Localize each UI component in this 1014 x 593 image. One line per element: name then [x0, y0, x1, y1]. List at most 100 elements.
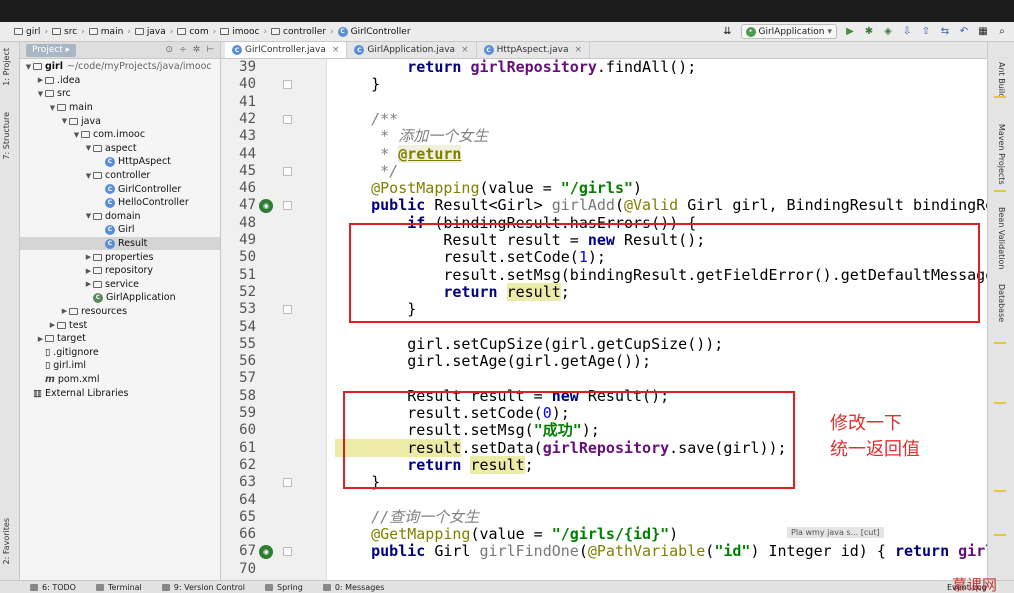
- project-view-select[interactable]: Project ▸: [26, 43, 77, 57]
- spring-mapping-icon[interactable]: ◉: [259, 545, 273, 560]
- tool-window-button[interactable]: 0: Messages: [322, 583, 384, 592]
- code-line[interactable]: @GetMapping(value = "/girls/{id}"): [335, 525, 678, 543]
- code-editor[interactable]: public Girl girlFindOne(@PathVariable("i…: [327, 59, 987, 580]
- tree-item[interactable]: ▼ main: [20, 101, 220, 115]
- code-line[interactable]: public Result<Girl> girlAdd(@Valid Girl …: [335, 197, 987, 214]
- tree-item[interactable]: ▶ .idea: [20, 74, 220, 88]
- expand-arrow-icon[interactable]: ▼: [60, 117, 69, 125]
- tree-item[interactable]: ▼ domain: [20, 210, 220, 224]
- expand-arrow-icon[interactable]: ▶: [48, 321, 57, 329]
- tree-item[interactable]: ▼ controller: [20, 169, 220, 183]
- breadcrumb-item[interactable]: main ›: [88, 27, 131, 37]
- tool-tab-maven[interactable]: Maven Projects: [997, 124, 1006, 185]
- fold-start-icon[interactable]: [283, 201, 292, 211]
- code-line[interactable]: //查询一个女生: [335, 508, 479, 526]
- tree-item[interactable]: C Result: [20, 236, 220, 251]
- coverage-icon[interactable]: ◈: [882, 26, 894, 38]
- tree-item[interactable]: m pom.xml: [20, 373, 220, 387]
- close-icon[interactable]: ×: [332, 45, 340, 55]
- expand-arrow-icon[interactable]: ▼: [84, 172, 93, 180]
- tree-item[interactable]: ▶ resources: [20, 305, 220, 319]
- tree-item[interactable]: ▼ java: [20, 114, 220, 128]
- code-line[interactable]: }: [335, 76, 380, 93]
- code-line[interactable]: /**: [335, 110, 398, 128]
- tree-item[interactable]: ▶ test: [20, 318, 220, 332]
- expand-arrow-icon[interactable]: ▶: [84, 267, 93, 275]
- code-line[interactable]: @PostMapping(value = "/girls"): [335, 179, 642, 197]
- expand-arrow-icon[interactable]: ▶: [84, 253, 93, 261]
- run-config-select[interactable]: • GirlApplication ▾: [740, 24, 837, 39]
- tool-window-button[interactable]: Terminal: [95, 583, 142, 592]
- sync-icon[interactable]: ⊙: [166, 45, 174, 55]
- hide-icon[interactable]: ⊢: [206, 45, 214, 55]
- breadcrumb-item[interactable]: imooc ›: [220, 27, 267, 37]
- undo-icon[interactable]: ↶: [958, 26, 970, 38]
- fold-end-icon[interactable]: [283, 478, 292, 488]
- spring-mapping-icon[interactable]: ◉: [259, 199, 273, 214]
- breadcrumb-item[interactable]: girl ›: [14, 27, 48, 37]
- tree-item[interactable]: ▶ target: [20, 332, 220, 346]
- code-line[interactable]: return girlRepository.findAll();: [335, 59, 696, 76]
- fold-end-icon[interactable]: [283, 80, 292, 90]
- expand-arrow-icon[interactable]: ▼: [84, 212, 93, 220]
- tool-tab-project[interactable]: 1: Project: [2, 48, 11, 86]
- vcs-commit-icon[interactable]: ⇧: [920, 26, 932, 38]
- tree-item[interactable]: ▯ girl.iml: [20, 359, 220, 373]
- editor-tab[interactable]: C GirlController.java ×: [225, 42, 348, 58]
- tool-window-button[interactable]: Spring: [265, 583, 303, 592]
- fold-end-icon[interactable]: [283, 166, 292, 176]
- expand-arrow-icon[interactable]: ▶: [36, 76, 45, 84]
- breadcrumb-item[interactable]: java ›: [134, 27, 173, 37]
- expand-arrow-icon[interactable]: ▼: [24, 63, 33, 71]
- code-line[interactable]: * @return: [335, 144, 462, 163]
- tree-item[interactable]: C HelloController: [20, 196, 220, 210]
- code-line[interactable]: girl.setCupSize(girl.getCupSize());: [335, 335, 723, 353]
- tree-item[interactable]: C GirlApplication: [20, 291, 220, 305]
- search-icon[interactable]: ⌕: [996, 26, 1008, 38]
- event-log-button[interactable]: Event Log: [947, 583, 987, 592]
- tree-item[interactable]: ▶ service: [20, 278, 220, 292]
- gear-icon[interactable]: ✲: [193, 45, 201, 55]
- breadcrumb-item[interactable]: C GirlController: [337, 26, 411, 37]
- close-icon[interactable]: ×: [574, 45, 582, 55]
- tree-item[interactable]: C HttpAspect: [20, 155, 220, 169]
- vcs-update-icon[interactable]: ⇩: [901, 26, 913, 38]
- tree-item[interactable]: ▯ .gitignore: [20, 345, 220, 359]
- code-line[interactable]: */: [335, 162, 398, 180]
- debug-icon[interactable]: ✱: [863, 26, 875, 38]
- expand-arrow-icon[interactable]: ▶: [84, 280, 93, 288]
- breadcrumb-item[interactable]: controller ›: [271, 27, 334, 37]
- breadcrumb-item[interactable]: com ›: [177, 27, 216, 37]
- expand-arrow-icon[interactable]: ▼: [48, 104, 57, 112]
- expand-arrow-icon[interactable]: ▼: [84, 144, 93, 152]
- fold-end-icon[interactable]: [283, 305, 292, 315]
- breadcrumb-item[interactable]: src ›: [52, 27, 85, 37]
- vcs-compare-icon[interactable]: ⇆: [939, 26, 951, 38]
- tree-item[interactable]: ▶ repository: [20, 264, 220, 278]
- tool-tab-favorites[interactable]: 2: Favorites: [2, 518, 11, 564]
- tree-item[interactable]: ▥ External Libraries: [20, 386, 220, 400]
- tree-item[interactable]: ▼ girl ~/code/myProjects/java/imooc: [20, 60, 220, 74]
- tool-tab-database[interactable]: Database: [997, 284, 1006, 322]
- expand-arrow-icon[interactable]: ▼: [36, 90, 45, 98]
- tree-item[interactable]: ▼ com.imooc: [20, 128, 220, 142]
- tool-tab-structure[interactable]: 7: Structure: [2, 112, 11, 160]
- tool-window-button[interactable]: 6: TODO: [30, 583, 76, 592]
- tree-item[interactable]: C Girl: [20, 223, 220, 237]
- expand-arrow-icon[interactable]: ▶: [60, 307, 69, 315]
- expand-arrow-icon[interactable]: ▼: [72, 131, 81, 139]
- run-icon[interactable]: ▶: [844, 26, 856, 38]
- tree-item[interactable]: ▼ aspect: [20, 142, 220, 156]
- tree-item[interactable]: ▶ properties: [20, 250, 220, 264]
- editor-tab[interactable]: C GirlApplication.java ×: [347, 42, 477, 58]
- tool-tab-ant-build[interactable]: Ant Build: [997, 62, 1006, 98]
- build-icon[interactable]: ⇊: [722, 26, 734, 38]
- tree-item[interactable]: ▼ src: [20, 87, 220, 101]
- tool-tab-bean-validation[interactable]: Bean Validation: [997, 207, 1006, 269]
- tool-window-button[interactable]: 9: Version Control: [161, 583, 245, 592]
- tree-item[interactable]: C GirlController: [20, 182, 220, 196]
- collapse-icon[interactable]: ÷: [179, 45, 187, 55]
- project-structure-icon[interactable]: ▦: [977, 26, 989, 38]
- fold-start-icon[interactable]: [283, 547, 292, 557]
- code-line[interactable]: public Girl girlFindOne(@PathVariable("i…: [335, 543, 987, 560]
